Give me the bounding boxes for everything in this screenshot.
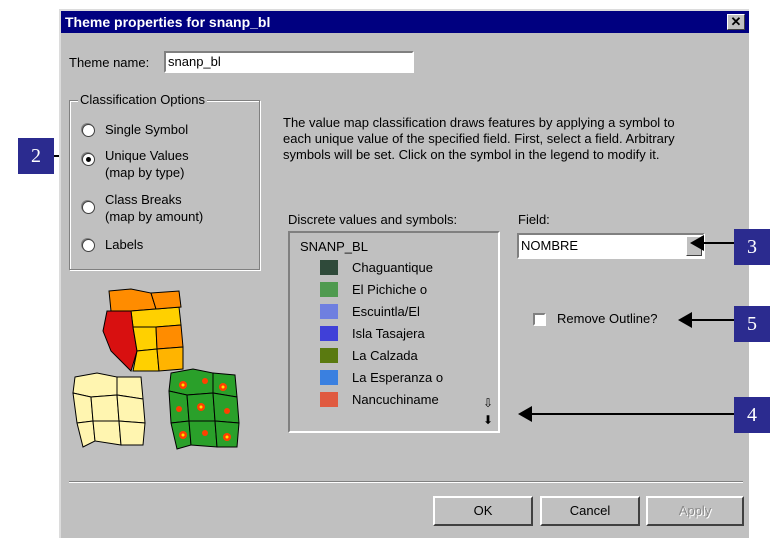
callout-5-arrow bbox=[678, 312, 734, 328]
scroll-up-icon[interactable]: ⇩ bbox=[483, 396, 493, 410]
legend-symbol-swatch[interactable] bbox=[320, 348, 338, 363]
legend-symbol-swatch[interactable] bbox=[320, 370, 338, 385]
cancel-button[interactable]: Cancel bbox=[540, 496, 640, 526]
unique-values-sublabel: (map by type) bbox=[105, 165, 185, 180]
discrete-values-label: Discrete values and symbols: bbox=[288, 212, 458, 227]
callout-5: 5 bbox=[734, 306, 770, 342]
callout-2: 2 bbox=[18, 138, 54, 174]
legend-symbol-swatch[interactable] bbox=[320, 326, 338, 341]
legend-item-label: Chaguantique bbox=[352, 260, 433, 275]
legend-symbol-swatch[interactable] bbox=[320, 282, 338, 297]
callout-4: 4 bbox=[734, 397, 770, 433]
legend-item-label: El Pichiche o bbox=[352, 282, 428, 297]
remove-outline-checkbox[interactable] bbox=[533, 313, 546, 326]
theme-map-illustration bbox=[72, 288, 240, 450]
callout-3-arrow bbox=[690, 235, 734, 251]
classification-options-label: Classification Options bbox=[78, 92, 207, 107]
discrete-values-list[interactable]: SNANP_BL Chaguantique El Pichiche o Escuin… bbox=[288, 231, 500, 433]
field-label: Field: bbox=[518, 212, 550, 227]
dialog-titlebar: Theme properties for snanp_bl ✕ bbox=[61, 11, 749, 33]
legend-symbol-swatch[interactable] bbox=[320, 304, 338, 319]
theme-properties-dialog: Theme properties for snanp_bl ✕ Theme na… bbox=[59, 9, 749, 538]
radio-class-breaks[interactable] bbox=[82, 201, 95, 214]
radio-single-symbol[interactable] bbox=[82, 124, 95, 137]
ok-button[interactable]: OK bbox=[433, 496, 533, 526]
radio-unique-values[interactable] bbox=[82, 153, 95, 166]
remove-outline-label: Remove Outline? bbox=[557, 311, 658, 326]
single-symbol-label: Single Symbol bbox=[105, 122, 189, 137]
legend-item-label: Isla Tasajera bbox=[352, 326, 425, 341]
legend-item-label: Nancuchiname bbox=[352, 392, 439, 407]
description-line-2: each unique value of the specified field… bbox=[283, 131, 675, 146]
theme-name-label: Theme name: bbox=[69, 55, 150, 70]
class-breaks-sublabel: (map by amount) bbox=[105, 209, 204, 224]
field-select-value: NOMBRE bbox=[521, 238, 579, 253]
callout-4-arrow bbox=[518, 406, 734, 422]
legend-symbol-swatch[interactable] bbox=[320, 392, 338, 407]
legend-item-label: La Calzada bbox=[352, 348, 418, 363]
apply-button[interactable]: Apply bbox=[646, 496, 744, 526]
radio-labels[interactable] bbox=[82, 239, 95, 252]
theme-name-input[interactable]: snanp_bl bbox=[164, 51, 414, 73]
legend-header: SNANP_BL bbox=[300, 239, 368, 254]
legend-item-label: La Esperanza o bbox=[352, 370, 444, 385]
scroll-down-icon[interactable]: ⬇ bbox=[483, 413, 493, 427]
callout-3: 3 bbox=[734, 229, 770, 265]
dialog-title: Theme properties for snanp_bl bbox=[65, 14, 271, 30]
legend-item-label: Escuintla/El bbox=[352, 304, 420, 319]
labels-option-label: Labels bbox=[105, 237, 144, 252]
legend-symbol-swatch[interactable] bbox=[320, 260, 338, 275]
description-line-1: The value map classification draws featu… bbox=[283, 115, 675, 130]
button-separator bbox=[69, 481, 743, 483]
close-icon[interactable]: ✕ bbox=[727, 14, 745, 30]
field-select[interactable]: NOMBRE bbox=[517, 233, 705, 259]
unique-values-label: Unique Values bbox=[105, 148, 189, 163]
description-line-3: symbols will be set. Click on the symbol… bbox=[283, 147, 660, 162]
class-breaks-label: Class Breaks bbox=[105, 192, 182, 207]
